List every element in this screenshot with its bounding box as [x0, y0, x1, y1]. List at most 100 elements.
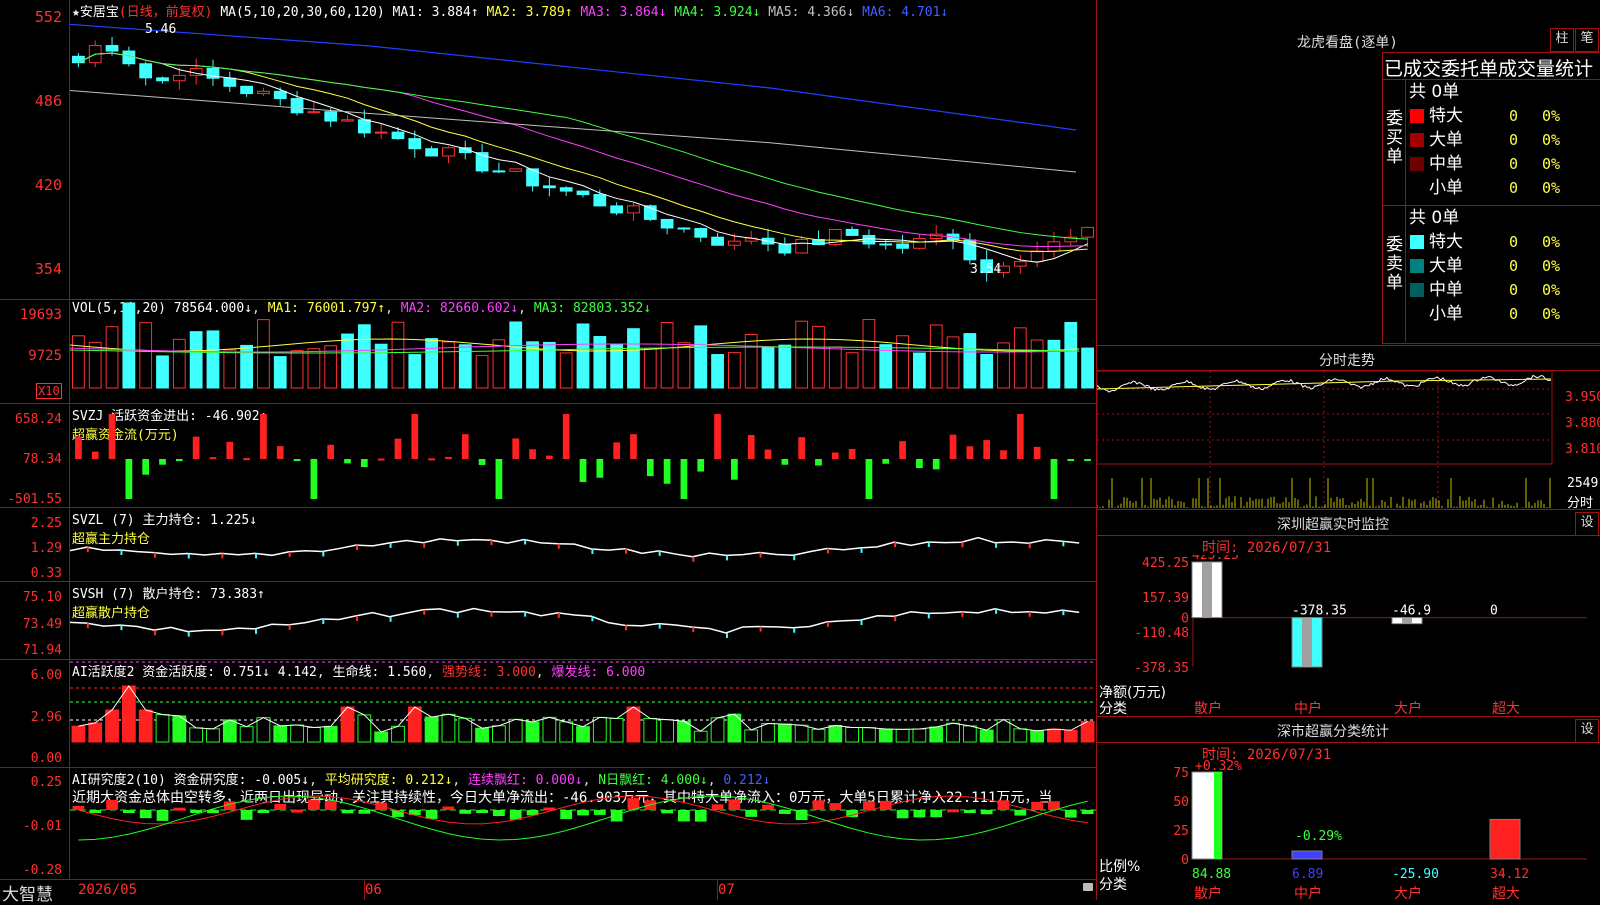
active-bar — [172, 715, 187, 743]
volume-bar — [357, 324, 371, 389]
research-bar — [106, 799, 118, 810]
row-name: 小单 — [1429, 178, 1463, 198]
kline-candle — [307, 111, 321, 114]
svzj-chart[interactable] — [70, 404, 1096, 507]
kline-candle — [1081, 226, 1094, 238]
flow-bar — [175, 459, 183, 462]
svsh-line-tick — [86, 623, 89, 629]
research-bar — [1014, 810, 1027, 816]
volume-bar — [862, 319, 876, 389]
kline-candle — [896, 243, 909, 249]
svzl-chart[interactable] — [70, 508, 1096, 581]
row-name: 大单 — [1429, 256, 1463, 276]
flow-bar — [142, 459, 150, 475]
kline-candle — [273, 90, 287, 100]
ai-active-chart[interactable] — [70, 660, 1096, 767]
y-tick: 486 — [34, 92, 62, 110]
dragon-tiger-title: 龙虎看盘(逐单) — [1297, 35, 1398, 51]
main-chart-area[interactable]: ★安居宝(日线，前复权) MA(5,10,20,30,60,120) MA1: … — [0, 0, 1097, 905]
kline-candle — [223, 77, 237, 87]
bar-value-label: 425.25 — [1192, 555, 1239, 563]
svzl-line-tick — [759, 552, 762, 558]
pen-view-button[interactable]: 笔 — [1575, 28, 1599, 52]
svsh-line-tick — [389, 616, 392, 622]
volume-bar — [929, 324, 943, 389]
kline-candle — [257, 90, 270, 95]
sz-monitor-chart[interactable]: 425.25157.390-110.48-378.35425.25-378.35… — [1097, 555, 1600, 715]
active-bar — [374, 731, 389, 743]
svsh-chart[interactable] — [70, 582, 1096, 659]
research-bar — [1031, 801, 1044, 810]
sz-monitor-settings-button[interactable]: 设 — [1575, 512, 1599, 536]
row-count: 0 — [1509, 257, 1519, 275]
research-bar — [560, 810, 573, 819]
research-bar — [324, 800, 337, 810]
bar-value-label: 0 — [1490, 604, 1498, 619]
sz-class-chart[interactable]: 75 50 25 084.88 6.89 -25.90 34.12 +0.32% -0.29% 散… — [1097, 760, 1600, 900]
row-count: 0 — [1509, 179, 1519, 197]
sz-class-settings-button[interactable]: 设 — [1575, 719, 1599, 743]
svzl-line-tick — [456, 540, 459, 546]
volume-bar — [795, 320, 809, 389]
flow-bar — [731, 459, 738, 480]
active-bar — [306, 727, 321, 743]
kline-candle — [72, 55, 85, 64]
volume-bar — [492, 339, 506, 389]
active-bar — [475, 727, 489, 743]
volume-bar — [223, 349, 237, 389]
bar-view-button[interactable]: 柱 — [1550, 28, 1574, 52]
row-name: 特大 — [1429, 232, 1463, 252]
row-count: 0 — [1509, 233, 1519, 251]
svzl-line-tick — [692, 556, 695, 562]
active-bar — [138, 709, 153, 743]
svzl-line-tick — [187, 553, 190, 559]
svzl-line-tick — [120, 550, 123, 556]
category-label: 散户 — [1194, 700, 1222, 715]
svzl-line-tick — [625, 548, 628, 554]
svsh-line-tick — [826, 621, 829, 627]
research-bar — [240, 810, 253, 820]
kline-chart[interactable] — [70, 18, 1096, 298]
flow-bar — [327, 444, 335, 459]
y-tick-label: 50 — [1173, 795, 1189, 810]
intraday-chart[interactable] — [1097, 371, 1567, 508]
volume-bar — [761, 346, 775, 389]
kline-candle — [509, 168, 523, 172]
ratio-bar-part — [1214, 772, 1222, 859]
volume-bar — [1030, 339, 1044, 389]
volume-bar — [425, 338, 439, 389]
volume-bar — [643, 348, 657, 389]
svzl-line-tick — [995, 542, 998, 548]
flow-bar — [91, 451, 99, 459]
volume-bar — [828, 346, 842, 389]
flow-bar — [764, 449, 772, 459]
ai-research-chart[interactable] — [70, 768, 1096, 879]
research-bar — [829, 803, 842, 810]
volume-bar — [156, 355, 169, 389]
ratio-bar — [1489, 818, 1521, 860]
flow-bar — [428, 458, 435, 461]
volume-bar — [408, 354, 422, 389]
kline-candle — [845, 228, 859, 236]
flow-bar — [966, 446, 974, 459]
svsh-line-tick — [591, 616, 594, 622]
volume-chart[interactable] — [70, 300, 1096, 403]
y-tick: 19693 — [19, 307, 62, 323]
svsh-line-tick — [490, 611, 493, 617]
active-bar — [660, 719, 674, 743]
svzl-line-tick — [423, 542, 426, 548]
research-bar — [694, 810, 707, 822]
flow-bar — [680, 459, 688, 499]
flow-bar — [159, 459, 166, 465]
volume-bar — [559, 352, 573, 389]
active-bar — [71, 725, 86, 743]
volume-bar — [980, 354, 994, 389]
kline-candle — [391, 131, 405, 140]
volume-bar — [391, 321, 405, 389]
flow-bar — [932, 459, 940, 470]
active-bar — [828, 725, 843, 743]
volume-bar — [727, 352, 741, 389]
active-bar — [239, 726, 254, 743]
sz-class-xlabel: 分类 — [1099, 877, 1127, 893]
flow-bar — [579, 459, 587, 483]
